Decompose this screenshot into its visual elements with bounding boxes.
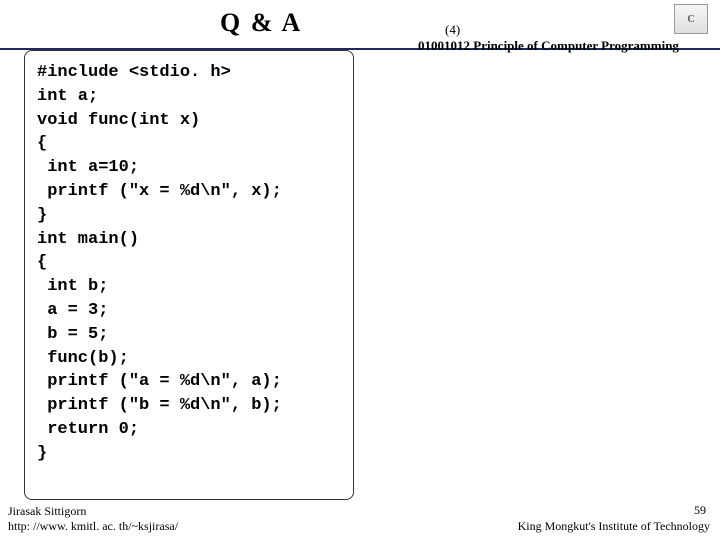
language-badge-icon: C xyxy=(674,4,708,34)
author-name: Jirasak Sittigorn xyxy=(8,504,178,519)
slide-marker: (4) xyxy=(445,22,460,38)
slide-title: Q & A xyxy=(220,8,302,38)
institution: King Mongkut's Institute of Technology xyxy=(518,519,710,534)
footer-right: King Mongkut's Institute of Technology xyxy=(518,519,710,534)
course-code: 01001012 Principle of Computer Programmi… xyxy=(418,38,679,54)
author-url: http: //www. kmitl. ac. th/~ksjirasa/ xyxy=(8,519,178,534)
code-block: #include <stdio. h> int a; void func(int… xyxy=(24,50,354,500)
footer-left: Jirasak Sittigorn http: //www. kmitl. ac… xyxy=(8,504,178,534)
code-content: #include <stdio. h> int a; void func(int… xyxy=(37,61,341,466)
page-number: 59 xyxy=(694,503,706,518)
